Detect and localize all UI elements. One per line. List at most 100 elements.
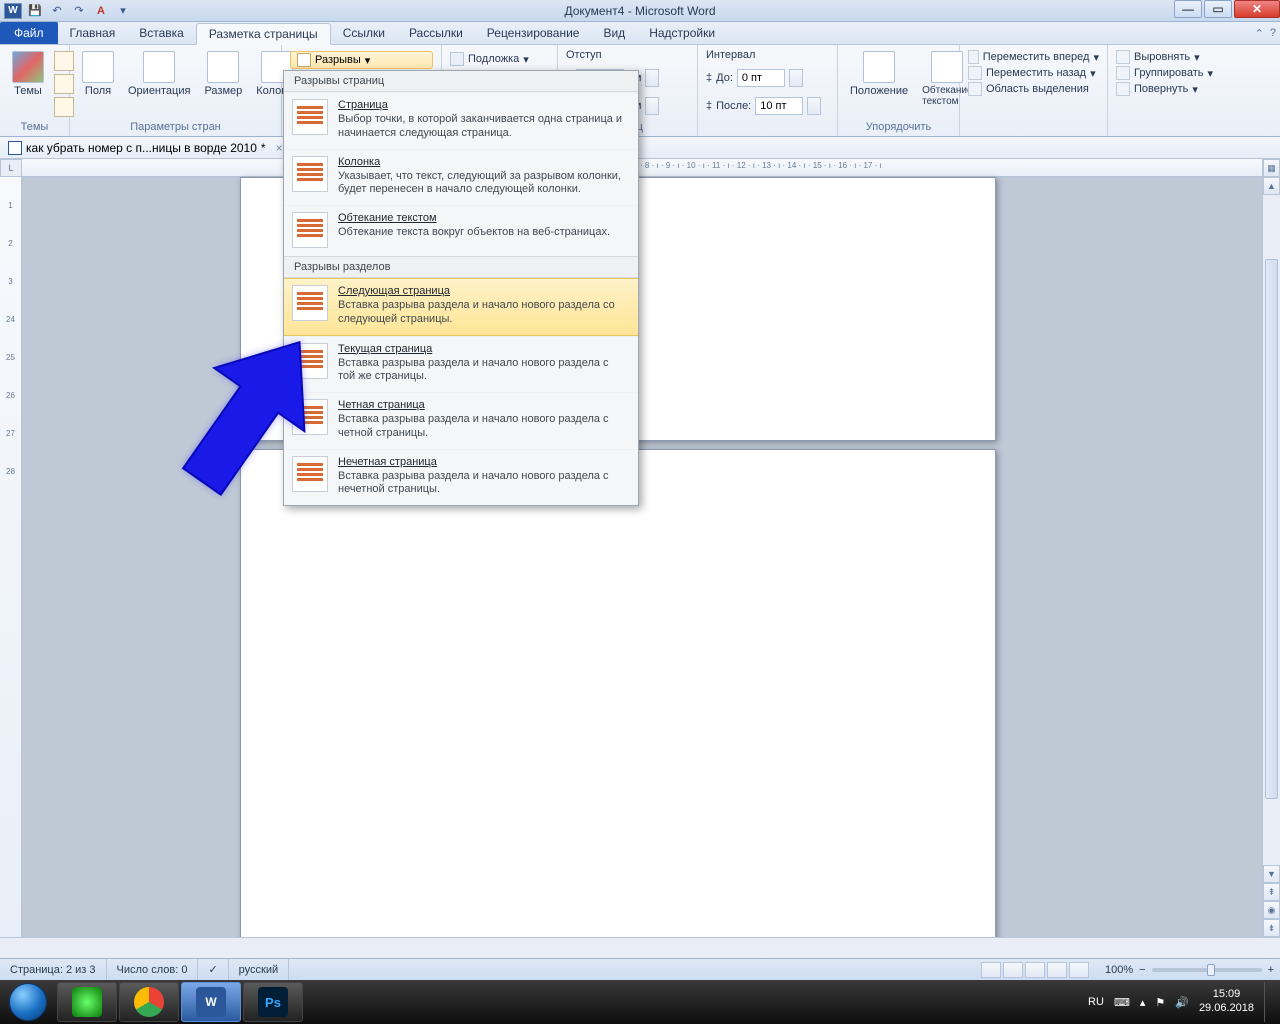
dropdown-item-page[interactable]: СтраницаВыбор точки, в которой заканчива… [284,92,638,149]
save-icon[interactable]: 💾 [26,3,44,19]
spinner[interactable] [645,69,659,87]
group-objects-button[interactable]: Группировать▾ [1116,65,1220,81]
taskbar-chrome[interactable] [119,982,179,1022]
qat-customize-icon[interactable]: ▾ [114,3,132,19]
tray-show-hidden-icon[interactable]: ▴ [1140,996,1146,1009]
tab-view[interactable]: Вид [591,22,637,44]
scroll-down-button[interactable]: ▼ [1263,865,1280,883]
indent-header: Отступ [566,49,602,61]
web-layout-view-button[interactable] [1025,962,1045,978]
document-tab-close-icon[interactable]: × [276,141,283,155]
dropdown-item-column[interactable]: КолонкаУказывает, что текст, следующий з… [284,149,638,206]
status-page[interactable]: Страница: 2 из 3 [0,959,107,980]
undo-icon[interactable]: ↶ [48,3,66,19]
start-button[interactable] [0,980,56,1024]
print-layout-view-button[interactable] [981,962,1001,978]
tray-time: 15:09 [1199,988,1254,1002]
tab-insert[interactable]: Вставка [127,22,196,44]
selection-pane-button[interactable]: Область выделения [968,81,1099,97]
tab-references[interactable]: Ссылки [331,22,397,44]
column-break-icon [292,156,328,192]
spinner[interactable] [807,97,821,115]
dropdown-item-next-page[interactable]: Следующая страницаВставка разрыва раздел… [284,278,638,336]
tray-volume-icon[interactable]: 🔊 [1175,996,1189,1009]
status-language[interactable]: русский [229,959,289,980]
ruler-corner[interactable]: L [0,159,22,177]
rotate-button[interactable]: Повернуть▾ [1116,81,1220,97]
send-backward-button[interactable]: Переместить назад▾ [968,65,1099,81]
margins-button[interactable]: Поля [78,49,118,99]
ribbon-minimize-icon[interactable]: ⌃ [1255,27,1264,40]
minimize-button[interactable]: — [1174,0,1202,18]
position-button[interactable]: Положение [846,49,912,99]
taskbar-word[interactable]: W [181,982,241,1022]
tray-clock[interactable]: 15:09 29.06.2018 [1199,988,1254,1016]
breaks-label: Разрывы [315,54,361,66]
next-page-button[interactable]: ⇟ [1263,919,1280,937]
themes-button[interactable]: Темы [8,49,48,99]
browse-object-button[interactable]: ◉ [1263,901,1280,919]
dropdown-section-page-breaks: Разрывы страниц [284,71,638,92]
vertical-scrollbar[interactable]: ▦ ▲ ▼ ⇞ ◉ ⇟ [1262,159,1280,937]
group-label-themes: Темы [8,119,61,136]
breaks-button[interactable]: Разрывы ▾ [290,51,433,69]
even-page-break-icon [292,399,328,435]
show-desktop-button[interactable] [1264,982,1272,1022]
taskbar-app-1[interactable] [57,982,117,1022]
word-app-icon[interactable]: W [4,3,22,19]
taskbar-photoshop[interactable]: Ps [243,982,303,1022]
spacing-after-input[interactable] [755,97,803,115]
size-button[interactable]: Размер [200,49,246,99]
document-tab[interactable]: как убрать номер с п...ницы в ворде 2010… [0,137,292,158]
help-icon[interactable]: ? [1270,27,1276,40]
scroll-up-button[interactable]: ▲ [1263,177,1280,195]
orientation-button[interactable]: Ориентация [124,49,194,99]
tab-mailings[interactable]: Рассылки [397,22,475,44]
sel-label: Область выделения [986,83,1089,95]
previous-page-button[interactable]: ⇞ [1263,883,1280,901]
redo-icon[interactable]: ↷ [70,3,88,19]
taskbar: W Ps RU ⌨ ▴ ⚑ 🔊 15:09 29.06.2018 [0,980,1280,1024]
tray-keyboard-icon[interactable]: ⌨ [1114,996,1130,1009]
spacing-header: Интервал [706,49,755,61]
item-title: Нечетная страница [338,456,628,468]
bring-forward-button[interactable]: Переместить вперед▾ [968,49,1099,65]
spinner[interactable] [645,97,659,115]
zoom-thumb[interactable] [1207,964,1215,976]
spinner[interactable] [789,69,803,87]
draft-view-button[interactable] [1069,962,1089,978]
tray-flag-icon[interactable]: ⚑ [1155,996,1165,1009]
maximize-button[interactable]: ▭ [1204,0,1232,18]
font-color-icon[interactable]: A [92,3,110,19]
themes-label: Темы [14,85,42,97]
zoom-out-button[interactable]: − [1139,964,1145,976]
tray-language[interactable]: RU [1088,996,1104,1008]
document-page-2[interactable] [240,449,996,987]
scroll-thumb[interactable] [1265,259,1278,799]
dropdown-item-continuous[interactable]: Текущая страницаВставка разрыва раздела … [284,336,638,393]
dropdown-item-even-page[interactable]: Четная страницаВставка разрыва раздела и… [284,392,638,449]
status-proofing[interactable]: ✓ [198,959,228,980]
spacing-before-input[interactable] [737,69,785,87]
tab-review[interactable]: Рецензирование [475,22,592,44]
align-button[interactable]: Выровнять▾ [1116,49,1220,65]
fullscreen-reading-view-button[interactable] [1003,962,1023,978]
status-word-count[interactable]: Число слов: 0 [107,959,199,980]
dropdown-item-odd-page[interactable]: Нечетная страницаВставка разрыва раздела… [284,449,638,506]
tab-home[interactable]: Главная [58,22,128,44]
tab-page-layout[interactable]: Разметка страницы [196,23,331,45]
file-tab[interactable]: Файл [0,22,58,44]
outline-view-button[interactable] [1047,962,1067,978]
watermark-button[interactable]: Подложка ▾ [450,51,549,67]
ruler-toggle-icon[interactable]: ▦ [1263,159,1280,177]
vertical-ruler[interactable]: 1232425262728 [0,177,22,937]
bring-forward-icon [968,50,979,64]
tab-addins[interactable]: Надстройки [637,22,727,44]
zoom-slider[interactable] [1152,968,1262,972]
dropdown-item-text-wrapping[interactable]: Обтекание текстомОбтекание текста вокруг… [284,205,638,256]
document-tab-name: как убрать номер с п...ницы в ворде 2010 [26,141,257,155]
horizontal-ruler[interactable]: · 8 · ı · 9 · ı · 10 · ı · 11 · ı · 12 ·… [22,159,1262,177]
zoom-percentage[interactable]: 100% [1105,964,1133,976]
zoom-in-button[interactable]: + [1268,964,1274,976]
close-button[interactable]: ✕ [1234,0,1280,18]
